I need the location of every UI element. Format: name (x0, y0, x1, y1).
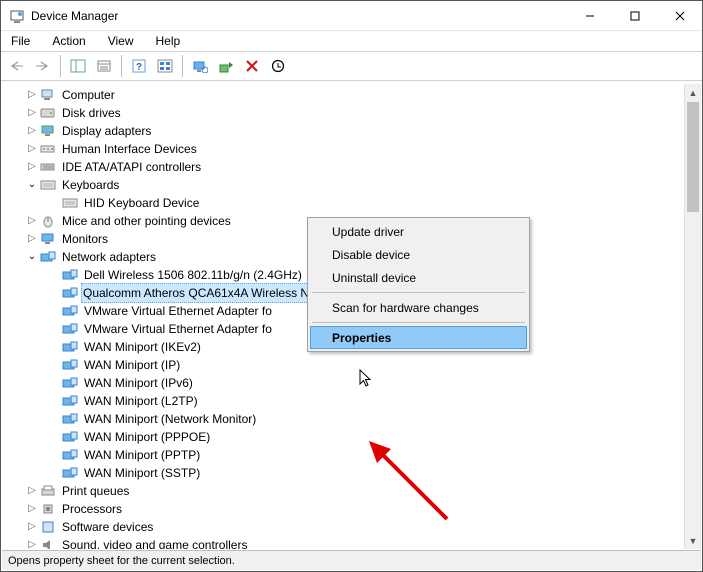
uninstall-button[interactable] (240, 54, 264, 78)
ctx-uninstall-device[interactable]: Uninstall device (310, 266, 527, 289)
tree-item-net-ipv6[interactable]: WAN Miniport (IPv6) (2, 374, 701, 392)
chevron-right-icon[interactable]: ▷ (24, 230, 40, 248)
printer-icon (40, 483, 56, 499)
network-adapter-icon (62, 321, 78, 337)
cpu-icon (40, 501, 56, 517)
network-adapter-icon (62, 465, 78, 481)
chevron-right-icon[interactable]: ▷ (24, 86, 40, 104)
ctx-separator (312, 292, 525, 293)
tree-item-net-pptp[interactable]: WAN Miniport (PPTP) (2, 446, 701, 464)
toolbar-sep (60, 55, 61, 77)
network-adapter-icon (62, 339, 78, 355)
disk-icon (40, 105, 56, 121)
forward-button (31, 54, 55, 78)
ctx-disable-device[interactable]: Disable device (310, 243, 527, 266)
network-icon (40, 249, 56, 265)
menu-action[interactable]: Action (48, 33, 89, 49)
toolbar-sep (121, 55, 122, 77)
chevron-right-icon[interactable]: ▷ (24, 104, 40, 122)
close-button[interactable] (657, 1, 702, 30)
chevron-right-icon[interactable]: ▷ (24, 140, 40, 158)
mouse-icon (40, 213, 56, 229)
monitor-icon (40, 231, 56, 247)
network-adapter-icon (62, 267, 78, 283)
back-button (5, 54, 29, 78)
maximize-button[interactable] (612, 1, 657, 30)
tree-item-net-pppoe[interactable]: WAN Miniport (PPPOE) (2, 428, 701, 446)
ctx-separator (312, 322, 525, 323)
network-adapter-icon (62, 429, 78, 445)
toolbar-sep (182, 55, 183, 77)
vertical-scrollbar[interactable]: ▲ ▼ (684, 84, 701, 549)
menu-file[interactable]: File (7, 33, 34, 49)
svg-text:?: ? (136, 62, 142, 73)
statusbar: Opens property sheet for the current sel… (2, 550, 701, 570)
scroll-thumb[interactable] (687, 102, 699, 212)
app-icon (9, 8, 25, 24)
chevron-right-icon[interactable]: ▷ (24, 122, 40, 140)
hid-icon (40, 141, 56, 157)
network-adapter-icon (62, 411, 78, 427)
context-menu: Update driver Disable device Uninstall d… (307, 217, 530, 352)
menu-view[interactable]: View (104, 33, 138, 49)
tree-item-net-ip[interactable]: WAN Miniport (IP) (2, 356, 701, 374)
statusbar-text: Opens property sheet for the current sel… (8, 555, 235, 567)
action-button[interactable] (153, 54, 177, 78)
sound-icon (40, 537, 56, 549)
tree-item-hid[interactable]: ▷ Human Interface Devices (2, 140, 701, 158)
network-adapter-icon (62, 357, 78, 373)
window-title: Device Manager (31, 9, 567, 23)
tree-item-processors[interactable]: ▷ Processors (2, 500, 701, 518)
tree-item-computer[interactable]: ▷ Computer (2, 86, 701, 104)
computer-icon (40, 87, 56, 103)
network-adapter-icon (62, 303, 78, 319)
disable-button[interactable] (266, 54, 290, 78)
chevron-down-icon[interactable]: ⌄ (24, 176, 40, 194)
chevron-right-icon[interactable]: ▷ (24, 518, 40, 536)
network-adapter-icon (62, 285, 78, 301)
update-driver-button[interactable] (214, 54, 238, 78)
tree-item-net-l2tp[interactable]: WAN Miniport (L2TP) (2, 392, 701, 410)
ctx-properties[interactable]: Properties (310, 326, 527, 349)
scroll-down-button[interactable]: ▼ (685, 532, 701, 549)
help-button[interactable]: ? (127, 54, 151, 78)
chevron-right-icon[interactable]: ▷ (24, 500, 40, 518)
ide-icon (40, 159, 56, 175)
keyboard-icon (40, 177, 56, 193)
tree-item-software-devices[interactable]: ▷ Software devices (2, 518, 701, 536)
chevron-right-icon[interactable]: ▷ (24, 158, 40, 176)
tree-item-keyboards[interactable]: ⌄ Keyboards (2, 176, 701, 194)
display-icon (40, 123, 56, 139)
toolbar: ? (1, 51, 702, 81)
properties-button[interactable] (92, 54, 116, 78)
tree-item-print-queues[interactable]: ▷ Print queues (2, 482, 701, 500)
tree-item-net-sstp[interactable]: WAN Miniport (SSTP) (2, 464, 701, 482)
chevron-right-icon[interactable]: ▷ (24, 482, 40, 500)
tree-item-hid-keyboard[interactable]: HID Keyboard Device (2, 194, 701, 212)
network-adapter-icon (62, 447, 78, 463)
menubar: File Action View Help (1, 31, 702, 51)
chevron-right-icon[interactable]: ▷ (24, 536, 40, 549)
tree-item-net-netmon[interactable]: WAN Miniport (Network Monitor) (2, 410, 701, 428)
chevron-right-icon[interactable]: ▷ (24, 212, 40, 230)
scroll-up-button[interactable]: ▲ (685, 84, 701, 101)
keyboard-icon (62, 195, 78, 211)
network-adapter-icon (62, 393, 78, 409)
titlebar: Device Manager (1, 1, 702, 31)
tree-item-sound[interactable]: ▷ Sound, video and game controllers (2, 536, 701, 549)
tree-item-display[interactable]: ▷ Display adapters (2, 122, 701, 140)
minimize-button[interactable] (567, 1, 612, 30)
ctx-update-driver[interactable]: Update driver (310, 220, 527, 243)
ctx-scan-hardware[interactable]: Scan for hardware changes (310, 296, 527, 319)
scan-hardware-button[interactable] (188, 54, 212, 78)
chevron-down-icon[interactable]: ⌄ (24, 248, 40, 266)
tree-item-ide[interactable]: ▷ IDE ATA/ATAPI controllers (2, 158, 701, 176)
menu-help[interactable]: Help (152, 33, 185, 49)
tree-item-disk-drives[interactable]: ▷ Disk drives (2, 104, 701, 122)
network-adapter-icon (62, 375, 78, 391)
software-icon (40, 519, 56, 535)
show-hide-tree-button[interactable] (66, 54, 90, 78)
